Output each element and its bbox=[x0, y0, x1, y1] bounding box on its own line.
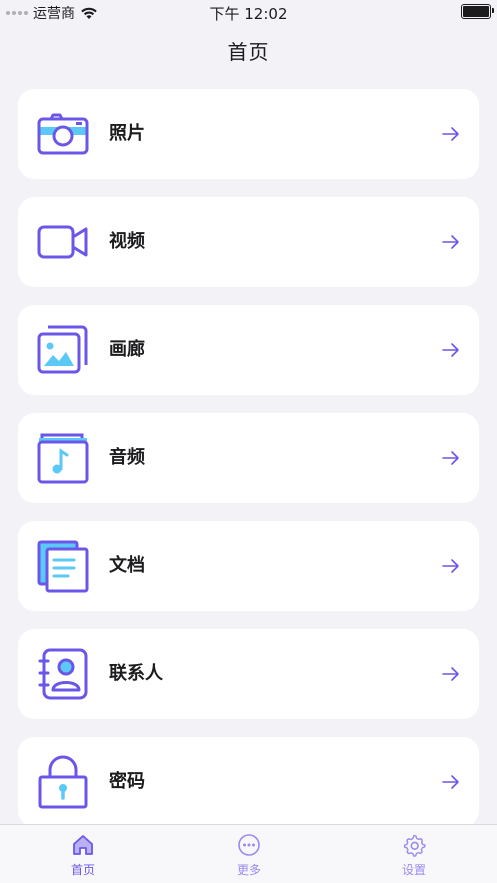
menu-item-label: 联系人 bbox=[109, 663, 163, 684]
menu-item-label: 文档 bbox=[109, 555, 145, 576]
camera-icon bbox=[37, 113, 89, 155]
arrow-right-icon bbox=[442, 343, 459, 357]
menu-item-contacts[interactable]: 联系人 bbox=[18, 629, 479, 719]
tab-bar: 首页 更多 设置 bbox=[0, 824, 497, 883]
arrow-right-icon bbox=[442, 667, 459, 681]
menu-item-photos[interactable]: 照片 bbox=[18, 89, 479, 179]
tab-more[interactable]: 更多 bbox=[199, 833, 299, 878]
document-icon bbox=[37, 540, 89, 593]
arrow-right-icon bbox=[442, 235, 459, 249]
lock-icon bbox=[38, 755, 88, 809]
settings-icon bbox=[403, 834, 426, 857]
menu-item-documents[interactable]: 文档 bbox=[18, 521, 479, 611]
video-camera-icon bbox=[37, 225, 88, 259]
menu-item-video[interactable]: 视频 bbox=[18, 197, 479, 287]
menu-item-label: 画廊 bbox=[109, 339, 145, 360]
contacts-icon bbox=[38, 648, 88, 700]
arrow-right-icon bbox=[442, 775, 459, 789]
arrow-right-icon bbox=[442, 559, 459, 573]
arrow-right-icon bbox=[442, 127, 459, 141]
menu-list: 照片 视频 画廊 音频 文档 联系人 密码 bbox=[18, 89, 479, 845]
music-note-icon bbox=[37, 433, 89, 484]
battery-icon bbox=[461, 4, 494, 19]
menu-item-label: 密码 bbox=[109, 771, 145, 792]
tab-home[interactable]: 首页 bbox=[33, 833, 133, 878]
menu-item-gallery[interactable]: 画廊 bbox=[18, 305, 479, 395]
home-icon bbox=[73, 835, 93, 855]
tab-label: 首页 bbox=[70, 863, 95, 877]
tab-label: 设置 bbox=[401, 863, 426, 877]
menu-item-audio[interactable]: 音频 bbox=[18, 413, 479, 503]
menu-item-label: 照片 bbox=[109, 123, 145, 144]
status-time: 下午 12:02 bbox=[209, 5, 288, 23]
page-title: 首页 bbox=[227, 40, 270, 64]
arrow-right-icon bbox=[442, 451, 459, 465]
more-icon bbox=[238, 834, 260, 856]
menu-item-label: 视频 bbox=[109, 231, 145, 252]
tab-settings[interactable]: 设置 bbox=[364, 833, 464, 878]
gallery-icon bbox=[37, 325, 88, 374]
status-bar: 运营商 下午 12:02 bbox=[0, 0, 497, 24]
tab-label: 更多 bbox=[236, 863, 261, 877]
menu-item-password[interactable]: 密码 bbox=[18, 737, 479, 827]
menu-item-label: 音频 bbox=[109, 447, 145, 468]
